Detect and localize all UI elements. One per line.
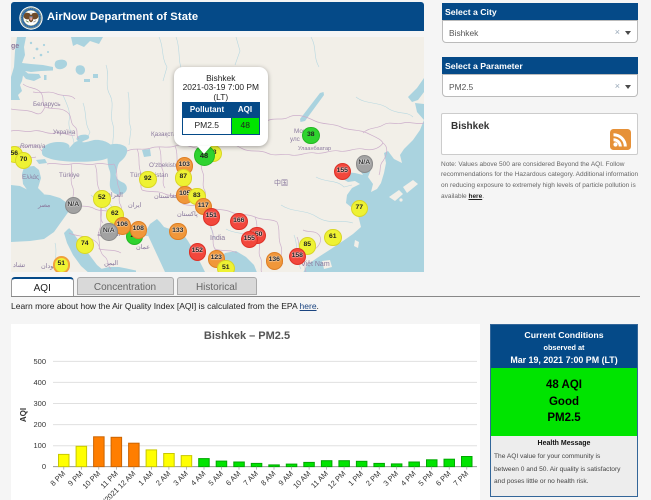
svg-text:中国: 中国 [274, 178, 288, 187]
svg-text:7 AM: 7 AM [241, 469, 259, 487]
svg-text:6 PM: 6 PM [434, 469, 453, 488]
svg-text:100: 100 [33, 441, 46, 450]
svg-text:400: 400 [33, 378, 46, 387]
svg-text:200: 200 [33, 420, 46, 429]
svg-text:2 AM: 2 AM [154, 469, 172, 487]
svg-text:Беларусь: Беларусь [33, 101, 61, 108]
svg-text:8 PM: 8 PM [48, 469, 67, 488]
svg-text:اليمن: اليمن [104, 260, 118, 267]
svg-text:5 PM: 5 PM [416, 469, 435, 488]
svg-text:0: 0 [42, 462, 46, 471]
svg-text:8 AM: 8 AM [259, 469, 277, 487]
svg-text:Việt Nam: Việt Nam [301, 261, 330, 268]
svg-text:Bishkek – PM2.5: Bishkek – PM2.5 [204, 330, 290, 342]
svg-text:7 PM: 7 PM [451, 469, 470, 488]
svg-text:10 PM: 10 PM [81, 469, 103, 491]
svg-text:مصر: مصر [37, 202, 50, 209]
svg-text:300: 300 [33, 399, 46, 408]
svg-text:تشاد: تشاد [13, 262, 25, 269]
svg-text:Україна: Україна [53, 129, 76, 136]
svg-text:پاکستان: پاکستان [177, 211, 198, 218]
svg-text:12 PM: 12 PM [326, 469, 348, 491]
svg-text:Улаанбаатар: Улаанбаатар [298, 146, 331, 152]
svg-text:6 AM: 6 AM [224, 469, 242, 487]
svg-text:11 AM: 11 AM [309, 469, 330, 490]
svg-text:4 AM: 4 AM [189, 469, 207, 487]
svg-text:улс: улс [290, 136, 300, 143]
svg-text:500: 500 [33, 357, 46, 366]
svg-text:3 PM: 3 PM [381, 469, 400, 488]
svg-text:India: India [210, 235, 225, 242]
svg-text:3 AM: 3 AM [171, 469, 189, 487]
svg-text:1 AM: 1 AM [136, 469, 154, 487]
svg-text:Ελλάς: Ελλάς [22, 173, 39, 181]
svg-text:5 AM: 5 AM [206, 469, 224, 487]
svg-text:2 PM: 2 PM [364, 469, 383, 488]
svg-text:ايران: ايران [128, 202, 142, 209]
svg-text:4 PM: 4 PM [399, 469, 418, 488]
svg-text:AQI: AQI [19, 408, 28, 422]
svg-text:10 AM: 10 AM [291, 469, 312, 490]
svg-text:ge: ge [11, 43, 19, 50]
svg-text:Romania: Romania [20, 143, 46, 150]
svg-text:عمان: عمان [136, 244, 150, 251]
svg-text:1 PM: 1 PM [346, 469, 365, 488]
svg-text:Türkiye: Türkiye [59, 172, 80, 179]
